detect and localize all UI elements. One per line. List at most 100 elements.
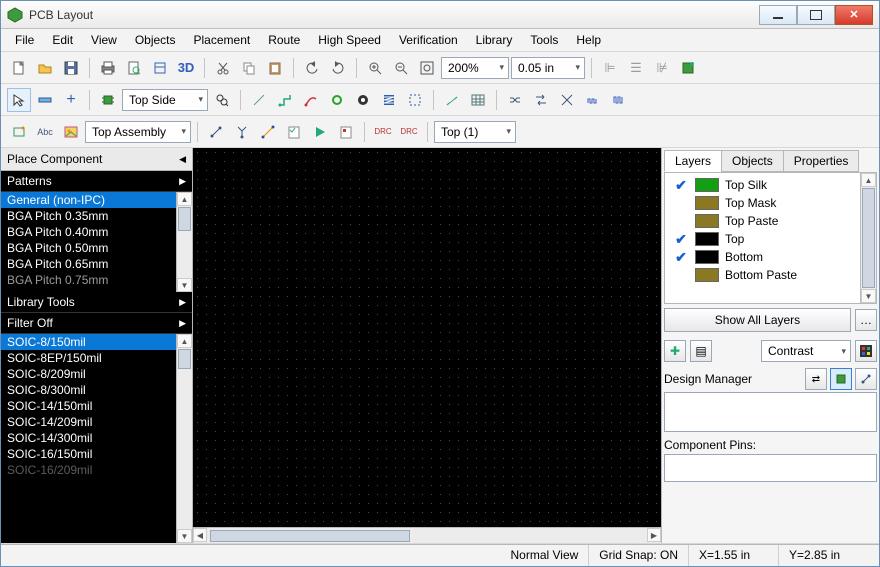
swap-icon[interactable]: [529, 88, 553, 112]
scrollbar[interactable]: ▲ ▼: [176, 192, 192, 292]
titles-icon[interactable]: [148, 56, 172, 80]
list-item[interactable]: SOIC-16/209mil: [1, 462, 192, 478]
color-swatch[interactable]: [695, 214, 719, 228]
add-layer-button[interactable]: ✚: [664, 340, 686, 362]
find-icon[interactable]: [210, 88, 234, 112]
checklist-icon[interactable]: [282, 120, 306, 144]
arc-route-icon[interactable]: [299, 88, 323, 112]
topn-dropdown[interactable]: Top (1): [434, 121, 516, 143]
table-icon[interactable]: [466, 88, 490, 112]
menu-objects[interactable]: Objects: [127, 31, 184, 49]
cross-icon[interactable]: [555, 88, 579, 112]
zoom-out-icon[interactable]: [389, 56, 413, 80]
text-icon[interactable]: Abc: [33, 120, 57, 144]
tab-objects[interactable]: Objects: [721, 150, 784, 172]
assembly-dropdown[interactable]: Top Assembly: [85, 121, 191, 143]
menu-file[interactable]: File: [7, 31, 42, 49]
drc2-icon[interactable]: DRC: [397, 120, 421, 144]
diff-pair-icon[interactable]: [503, 88, 527, 112]
align-center-icon[interactable]: ☰: [624, 56, 648, 80]
menu-help[interactable]: Help: [568, 31, 609, 49]
reconnect-icon[interactable]: [256, 120, 280, 144]
dm-net-button[interactable]: [855, 368, 877, 390]
layer-row[interactable]: Top Silk: [665, 176, 876, 194]
print-icon[interactable]: [96, 56, 120, 80]
maximize-button[interactable]: [797, 5, 835, 25]
preview-icon[interactable]: [122, 56, 146, 80]
list-item[interactable]: BGA Pitch 0.65mm: [1, 256, 192, 272]
list-item[interactable]: BGA Pitch 0.50mm: [1, 240, 192, 256]
dm-component-button[interactable]: [830, 368, 852, 390]
design-manager-list[interactable]: [664, 392, 877, 432]
color-swatch[interactable]: [695, 250, 719, 264]
list-item[interactable]: SOIC-14/150mil: [1, 398, 192, 414]
color-swatch[interactable]: [695, 178, 719, 192]
new-icon[interactable]: [7, 56, 31, 80]
color-swatch[interactable]: [695, 268, 719, 282]
grid-dropdown[interactable]: 0.05 in: [511, 57, 585, 79]
list-item[interactable]: SOIC-8/150mil: [1, 334, 192, 350]
menu-verification[interactable]: Verification: [391, 31, 466, 49]
paste-icon[interactable]: [263, 56, 287, 80]
menu-tools[interactable]: Tools: [522, 31, 566, 49]
tab-properties[interactable]: Properties: [783, 150, 860, 172]
check-icon[interactable]: [673, 215, 689, 227]
scrollbar[interactable]: ▲ ▼: [176, 334, 192, 543]
layer-row[interactable]: Top Mask: [665, 194, 876, 212]
redo-icon[interactable]: [326, 56, 350, 80]
zoom-dropdown[interactable]: 200%: [441, 57, 509, 79]
keepout-icon[interactable]: [403, 88, 427, 112]
align-left-icon[interactable]: ⊫: [598, 56, 622, 80]
dimension-icon[interactable]: [440, 88, 464, 112]
list-item[interactable]: BGA Pitch 0.35mm: [1, 208, 192, 224]
layer-row[interactable]: Top Paste: [665, 212, 876, 230]
origin-icon[interactable]: +: [59, 88, 83, 112]
cut-icon[interactable]: [211, 56, 235, 80]
close-button[interactable]: [835, 5, 873, 25]
list-item[interactable]: BGA Pitch 0.75mm: [1, 272, 192, 288]
menu-edit[interactable]: Edit: [44, 31, 81, 49]
open-icon[interactable]: [33, 56, 57, 80]
tune-h-icon[interactable]: [581, 88, 605, 112]
route-icon[interactable]: [273, 88, 297, 112]
horizontal-scrollbar[interactable]: ◀ ▶: [193, 527, 661, 543]
check-icon[interactable]: [673, 197, 689, 209]
via-icon[interactable]: [325, 88, 349, 112]
list-item[interactable]: General (non-IPC): [1, 192, 192, 208]
drc1-icon[interactable]: DRC: [371, 120, 395, 144]
list-item[interactable]: SOIC-8/209mil: [1, 366, 192, 382]
pointer-icon[interactable]: [7, 88, 31, 112]
list-item[interactable]: SOIC-8/300mil: [1, 382, 192, 398]
dm-sort-button[interactable]: ⇄: [805, 368, 827, 390]
layer-props-button[interactable]: ▤: [690, 340, 712, 362]
stop-icon[interactable]: [334, 120, 358, 144]
patterns-header[interactable]: Patterns ▶: [1, 171, 192, 192]
color-swatch[interactable]: [695, 196, 719, 210]
library-tools-header[interactable]: Library Tools ▶: [1, 292, 192, 313]
zoom-window-icon[interactable]: [415, 56, 439, 80]
pcb-canvas[interactable]: [193, 148, 661, 527]
minimize-button[interactable]: [759, 5, 797, 25]
undo-icon[interactable]: [300, 56, 324, 80]
image-icon[interactable]: [59, 120, 83, 144]
tab-layers[interactable]: Layers: [664, 150, 722, 172]
place-component-header[interactable]: Place Component ◀: [1, 148, 192, 171]
3d-button[interactable]: 3D: [174, 56, 198, 80]
menu-highspeed[interactable]: High Speed: [310, 31, 389, 49]
copy-icon[interactable]: [237, 56, 261, 80]
ruler-icon[interactable]: [33, 88, 57, 112]
save-icon[interactable]: [59, 56, 83, 80]
color-picker-button[interactable]: [855, 340, 877, 362]
menu-placement[interactable]: Placement: [186, 31, 259, 49]
menu-view[interactable]: View: [83, 31, 125, 49]
color-swatch[interactable]: [695, 232, 719, 246]
filter-header[interactable]: Filter Off ▶: [1, 313, 192, 334]
zoom-in-icon[interactable]: [363, 56, 387, 80]
contrast-dropdown[interactable]: Contrast: [761, 340, 851, 362]
rect-icon[interactable]: [7, 120, 31, 144]
layer-row[interactable]: Bottom Paste: [665, 266, 876, 284]
list-item[interactable]: BGA Pitch 0.40mm: [1, 224, 192, 240]
list-item[interactable]: SOIC-14/209mil: [1, 414, 192, 430]
run-icon[interactable]: [308, 120, 332, 144]
layer-side-dropdown[interactable]: Top Side: [122, 89, 208, 111]
